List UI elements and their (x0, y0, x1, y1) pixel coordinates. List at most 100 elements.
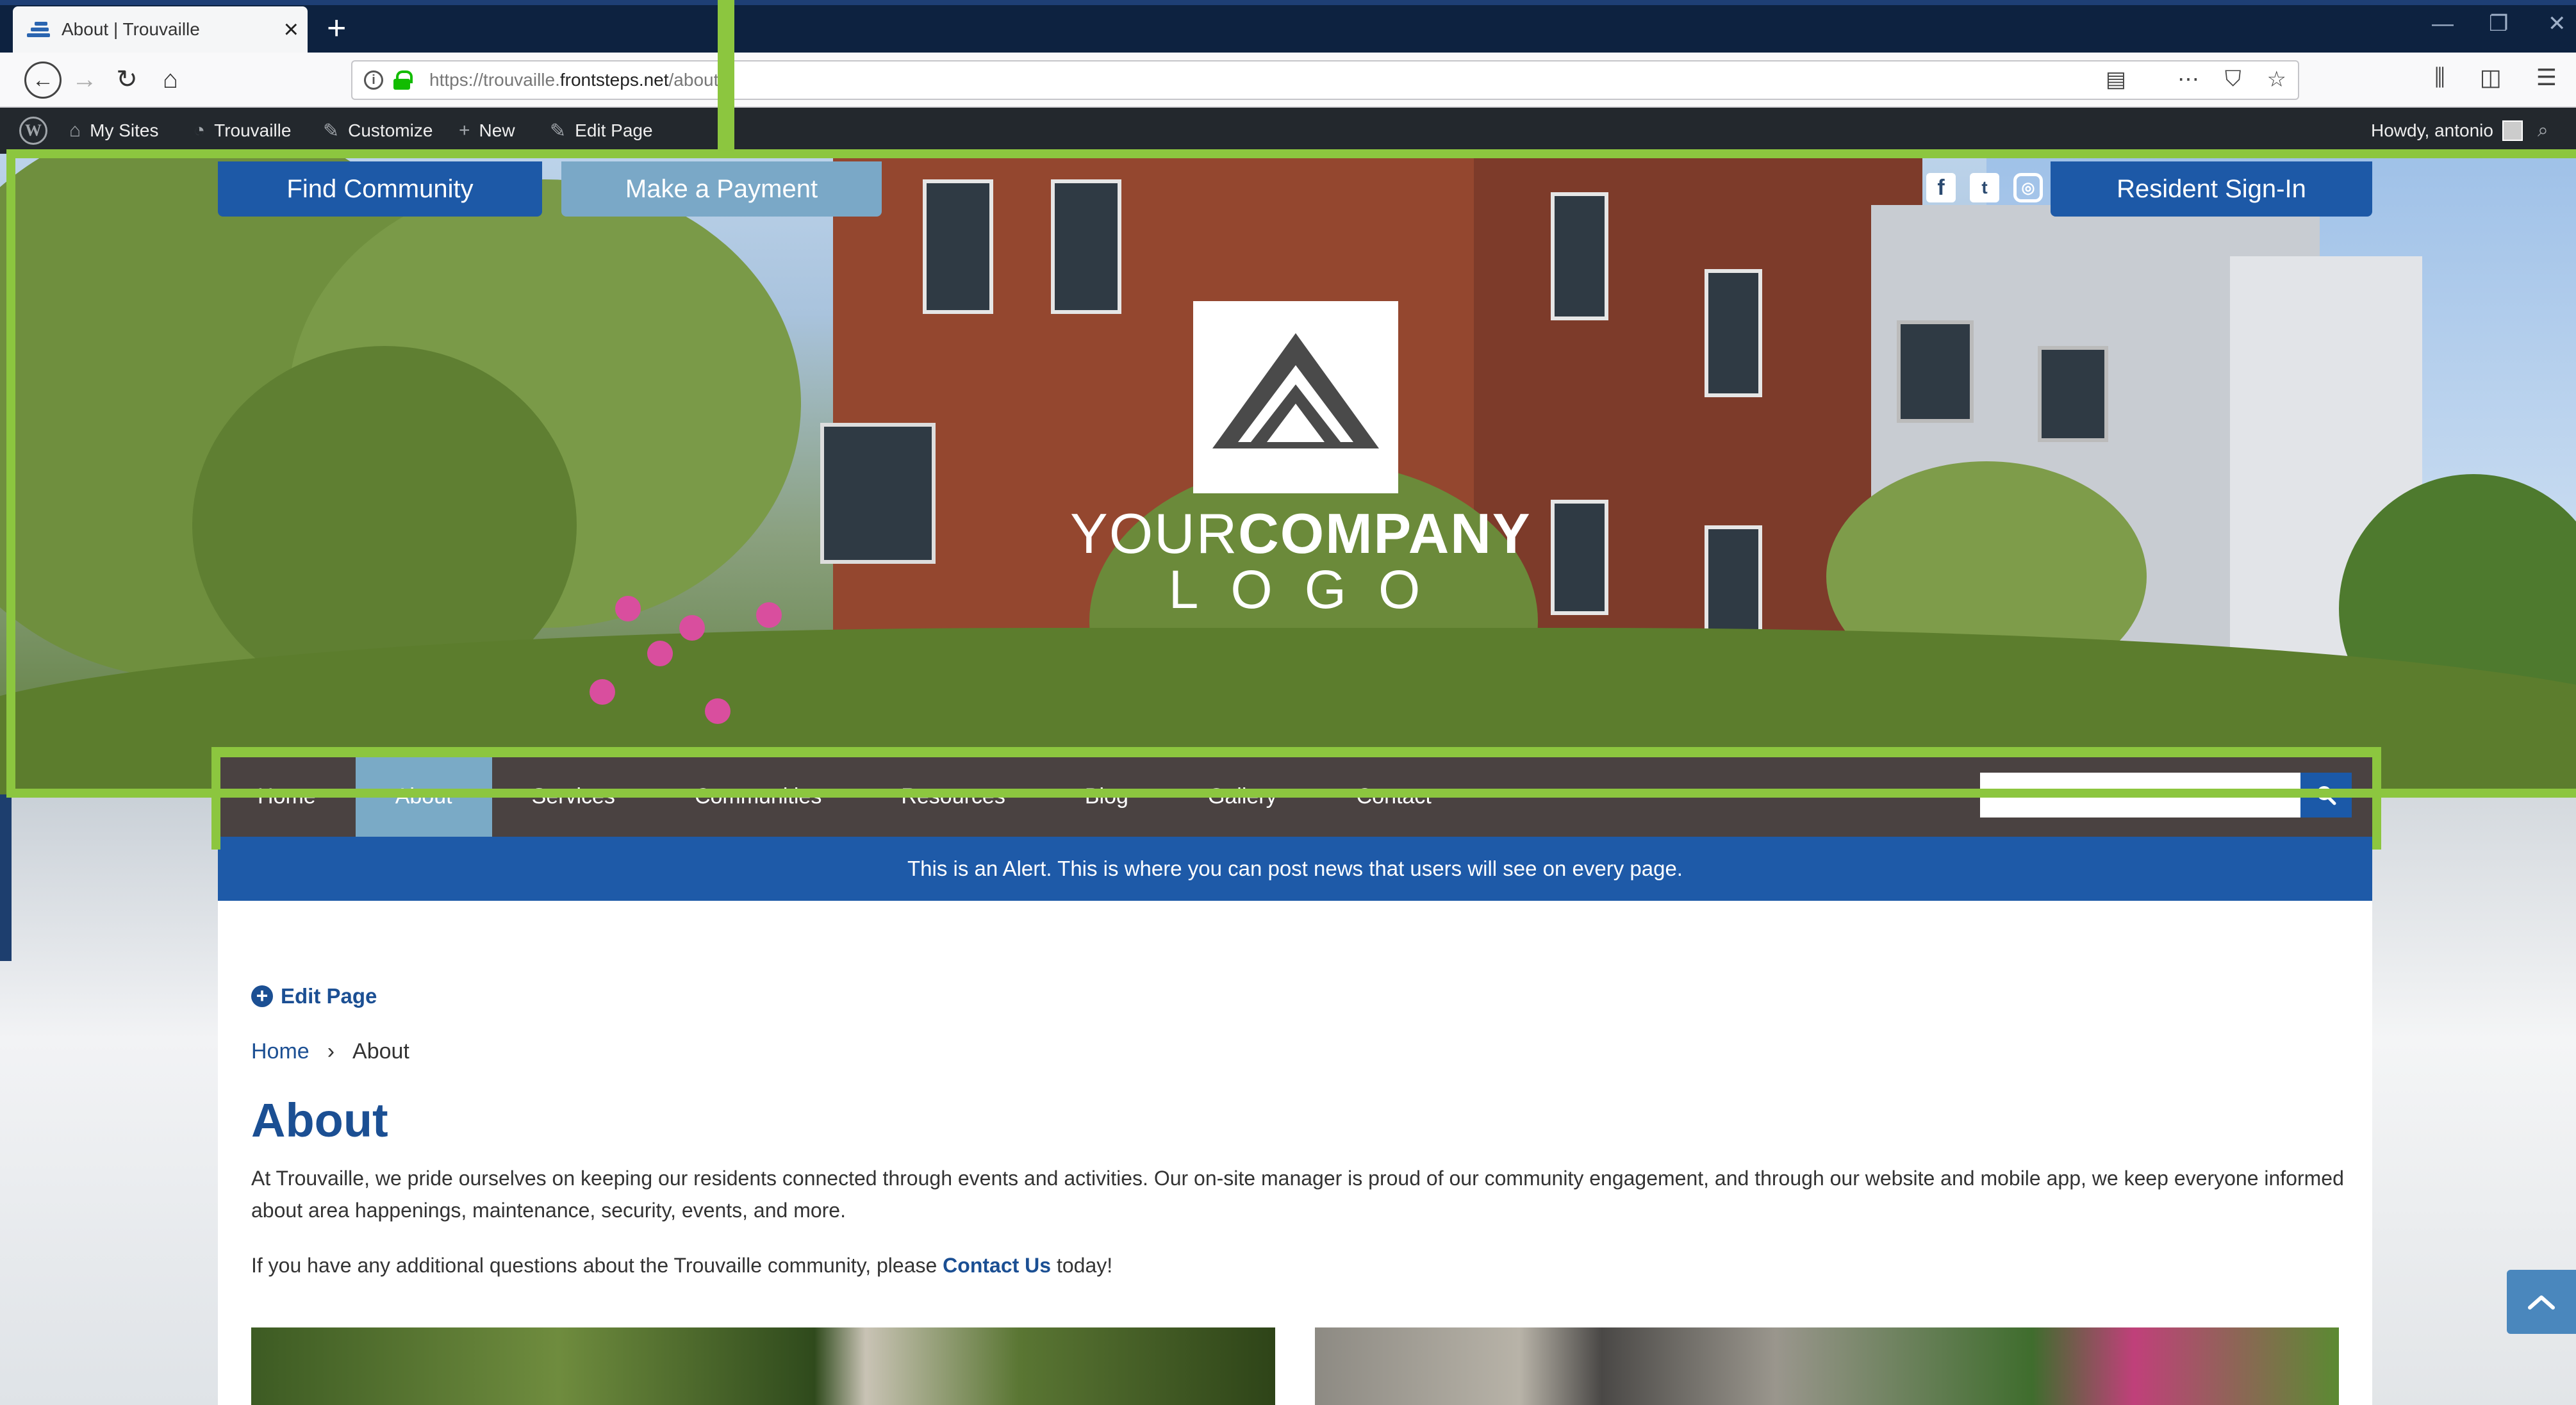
dashboard-icon: ◔ (194, 120, 206, 141)
alert-text: This is an Alert. This is where you can … (907, 857, 1683, 880)
window (1551, 500, 1608, 615)
window (1705, 525, 1762, 641)
facebook-icon[interactable]: f (1926, 173, 1956, 202)
scroll-to-top-button[interactable] (2507, 1270, 2576, 1334)
edit-page-link[interactable]: + Edit Page (251, 984, 377, 1008)
breadcrumb: Home › About (251, 1039, 409, 1064)
site-favicon-icon (27, 19, 50, 40)
brush-icon: ✎ (323, 120, 340, 142)
chevron-up-icon (2528, 1295, 2555, 1310)
my-sites-button[interactable]: ⌂ My Sites (69, 108, 158, 154)
url-bar[interactable]: i https://trouvaille.frontsteps.net/abou… (351, 60, 2299, 100)
flower (679, 615, 705, 641)
site-name-button[interactable]: ◔ Trouvaille (194, 108, 291, 154)
contact-text-after: today! (1051, 1254, 1113, 1277)
nav-item-home[interactable]: Home (218, 756, 356, 837)
restore-icon[interactable]: ❐ (2489, 13, 2508, 35)
make-payment-button[interactable]: Make a Payment (561, 161, 882, 217)
window (1051, 179, 1121, 314)
new-tab-button[interactable]: + (327, 12, 346, 45)
minimize-icon[interactable]: — (2432, 13, 2454, 35)
browser-tab[interactable]: About | Trouvaille × (13, 6, 308, 53)
forward-icon[interactable]: → (68, 63, 101, 96)
reader-view-icon[interactable]: ▤ (2106, 67, 2126, 92)
tab-title: About | Trouvaille (62, 19, 200, 39)
back-icon[interactable]: ← (24, 62, 62, 99)
breadcrumb-separator: › (327, 1039, 335, 1064)
account-menu[interactable]: Howdy, antonio (2371, 108, 2523, 154)
flower (705, 698, 731, 724)
main-navigation: Home About Services Communities Resource… (218, 756, 2372, 837)
tab-bar-accent (0, 0, 2576, 5)
wordpress-logo-icon: W (19, 117, 47, 145)
pocket-icon[interactable]: ⛉ (2225, 67, 2242, 92)
breadcrumb-home[interactable]: Home (251, 1039, 310, 1064)
edit-page-label: Edit Page (281, 984, 377, 1008)
contact-text-before: If you have any additional questions abo… (251, 1254, 943, 1277)
avatar (2502, 120, 2523, 141)
close-window-icon[interactable]: ✕ (2548, 13, 2566, 35)
window (2038, 346, 2108, 442)
nav-item-resources[interactable]: Resources (861, 756, 1045, 837)
window (820, 423, 936, 564)
logo-word-your: YOUR (1070, 502, 1239, 565)
twitter-icon[interactable]: t (1970, 173, 1999, 202)
page-actions-icon[interactable]: ⋯ (2177, 67, 2199, 92)
customize-button[interactable]: ✎ Customize (323, 108, 433, 154)
community-photo-1 (251, 1327, 1275, 1405)
page-background-left (0, 794, 218, 1405)
nav-item-communities[interactable]: Communities (655, 756, 861, 837)
window (923, 179, 993, 314)
customize-label: Customize (348, 120, 433, 140)
contact-us-link[interactable]: Contact Us (943, 1254, 1051, 1277)
site-search-button[interactable] (2300, 773, 2352, 818)
window (1897, 320, 1974, 423)
nav-item-about[interactable]: About (355, 756, 492, 837)
nav-item-blog[interactable]: Blog (1045, 756, 1168, 837)
main-content: + Edit Page Home › About About At Trouva… (218, 901, 2372, 1405)
site-info-icon[interactable]: i (364, 70, 383, 90)
edit-page-admin-label: Edit Page (575, 120, 653, 140)
instagram-icon[interactable]: ◎ (2013, 173, 2043, 202)
flower (756, 602, 782, 628)
flower (590, 679, 615, 705)
plus-circle-icon: + (251, 985, 273, 1007)
intro-paragraph: At Trouvaille, we pride ourselves on kee… (251, 1167, 2344, 1222)
tab-close-icon[interactable]: × (284, 17, 299, 42)
community-photo-2 (1315, 1327, 2339, 1405)
flower (615, 596, 641, 621)
my-sites-icon: ⌂ (69, 120, 81, 141)
admin-search-icon[interactable]: ⌕ (2538, 108, 2548, 154)
edit-page-admin-button[interactable]: ✎ Edit Page (550, 108, 653, 154)
plus-icon: + (459, 120, 470, 141)
reload-icon[interactable]: ↻ (110, 63, 144, 96)
find-community-button[interactable]: Find Community (218, 161, 542, 217)
nav-item-gallery[interactable]: Gallery (1168, 756, 1317, 837)
new-label: New (479, 120, 515, 140)
menu-icon[interactable]: ☰ (2536, 64, 2557, 92)
my-sites-label: My Sites (90, 120, 159, 140)
logo-word-company: COMPANY (1238, 502, 1532, 565)
contact-paragraph: If you have any additional questions abo… (251, 1249, 2353, 1281)
library-icon[interactable]: ⫼ (2434, 64, 2445, 92)
bookmark-star-icon[interactable]: ☆ (2267, 67, 2286, 92)
resident-sign-in-button[interactable]: Resident Sign-In (2051, 161, 2372, 217)
breadcrumb-current: About (352, 1039, 409, 1064)
nav-item-contact[interactable]: Contact (1317, 756, 1471, 837)
sidebar-icon[interactable]: ◫ (2480, 64, 2502, 92)
browser-nav-bar: ← → ↻ ⌂ i https://trouvaille.frontsteps.… (0, 53, 2576, 108)
howdy-label: Howdy, antonio (2371, 120, 2493, 140)
nav-item-services[interactable]: Services (492, 756, 655, 837)
lock-icon (393, 70, 413, 90)
alert-banner: This is an Alert. This is where you can … (218, 837, 2372, 901)
pencil-icon: ✎ (550, 120, 566, 142)
site-search-input[interactable] (1980, 773, 2300, 818)
toolbar-right-icons: ⫼ ◫ ☰ (2434, 64, 2557, 92)
wp-admin-bar: W ⌂ My Sites ◔ Trouvaille ✎ Customize + … (0, 108, 2576, 154)
browser-tab-bar: About | Trouvaille × + — ❐ ✕ (0, 0, 2576, 53)
url-text[interactable]: https://trouvaille.frontsteps.net/about/ (429, 70, 723, 90)
wp-logo-button[interactable]: W (19, 108, 47, 154)
window (1705, 269, 1762, 397)
home-icon[interactable]: ⌂ (154, 63, 187, 96)
new-button[interactable]: + New (459, 108, 515, 154)
